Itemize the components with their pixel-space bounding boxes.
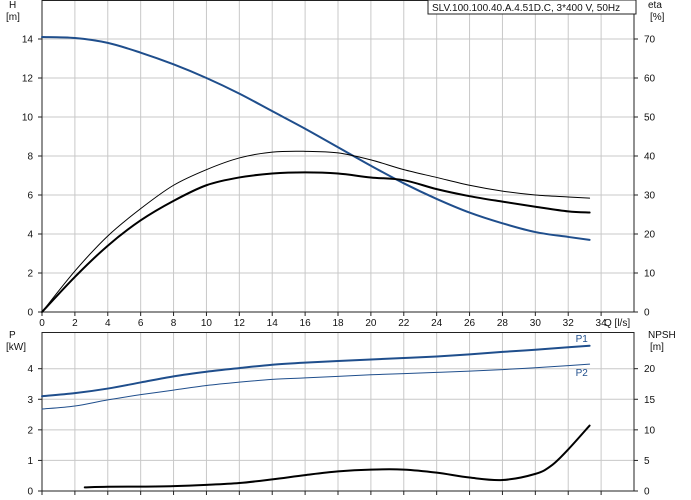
xtick-label-8: 16	[300, 318, 312, 329]
ytick-label-0-3: 6	[27, 191, 33, 202]
y2tick-label-0-1: 10	[644, 269, 656, 280]
xtick-label-16: 32	[563, 318, 575, 329]
ytick-label-0-4: 8	[27, 152, 33, 163]
xtick-label-1: 2	[72, 318, 78, 329]
xtick-label-13: 26	[464, 318, 476, 329]
y2tick-label-1-3: 15	[644, 395, 656, 406]
ytick-label-0-2: 4	[27, 230, 33, 241]
y-axis-unit-1: [kW]	[6, 342, 26, 353]
ytick-label-0-6: 12	[22, 74, 34, 85]
y2tick-label-1-0: 0	[644, 487, 650, 498]
xtick-label-11: 22	[398, 318, 410, 329]
curve-layer	[41, 36, 591, 489]
y2tick-label-0-2: 20	[644, 230, 656, 241]
xtick-label-9: 18	[332, 318, 344, 329]
label-layer: 02468101214010203040506070H[m]eta[%]0123…	[6, 0, 676, 498]
pump-performance-chart: 02468101214010203040506070H[m]eta[%]0123…	[6, 0, 676, 498]
y2tick-label-1-1: 5	[644, 456, 650, 467]
y-axis-unit-0: [m]	[6, 12, 20, 23]
chart-title-box: SLV.100.100.40.A.4.51D.C, 3*400 V, 50Hz	[427, 0, 637, 15]
y2tick-label-0-4: 40	[644, 152, 656, 163]
ytick-label-0-5: 10	[22, 113, 34, 124]
y2-axis-unit-1: [m]	[650, 342, 664, 353]
xtick-label-15: 30	[530, 318, 542, 329]
ytick-label-1-4: 4	[27, 364, 33, 375]
xtick-label-12: 24	[431, 318, 443, 329]
xtick-label-2: 4	[105, 318, 111, 329]
ytick-label-1-1: 1	[27, 456, 33, 467]
y2tick-label-0-0: 0	[644, 308, 650, 319]
grid-layer	[42, 0, 635, 491]
y2tick-label-1-4: 20	[644, 364, 656, 375]
series-line-0-0	[41, 36, 591, 241]
xtick-label-4: 8	[171, 318, 177, 329]
series-label-P2: P2	[576, 368, 589, 379]
series-line-0-2	[41, 171, 591, 313]
y-axis-title-1: P	[9, 330, 16, 341]
chart-title: SLV.100.100.40.A.4.51D.C, 3*400 V, 50Hz	[432, 3, 620, 14]
y-axis-title-0: H	[9, 0, 16, 11]
y2tick-label-0-5: 50	[644, 113, 656, 124]
y2tick-label-1-2: 10	[644, 425, 656, 436]
ytick-label-0-7: 14	[22, 35, 34, 46]
xtick-label-0: 0	[39, 318, 45, 329]
x-axis-title: Q [l/s]	[604, 318, 630, 329]
y2-axis-title-1: NPSH	[648, 330, 676, 341]
xtick-label-7: 14	[267, 318, 279, 329]
ytick-label-1-2: 2	[27, 425, 33, 436]
ytick-label-1-3: 3	[27, 395, 33, 406]
y2tick-label-0-7: 70	[644, 35, 656, 46]
ytick-label-0-0: 0	[27, 308, 33, 319]
xtick-label-5: 10	[201, 318, 213, 329]
y2-axis-title-0: eta	[648, 0, 662, 11]
series-label-P1: P1	[576, 334, 589, 345]
xtick-label-14: 28	[497, 318, 509, 329]
series-line-1-0	[41, 344, 591, 398]
ytick-label-0-1: 2	[27, 269, 33, 280]
xtick-label-10: 20	[365, 318, 377, 329]
npsh-curve	[83, 424, 591, 489]
y2-axis-unit-0: [%]	[650, 12, 665, 23]
y2tick-label-0-3: 30	[644, 191, 656, 202]
ytick-label-1-0: 0	[27, 487, 33, 498]
y2tick-label-0-6: 60	[644, 74, 656, 85]
xtick-label-3: 6	[138, 318, 144, 329]
xtick-label-6: 12	[234, 318, 246, 329]
